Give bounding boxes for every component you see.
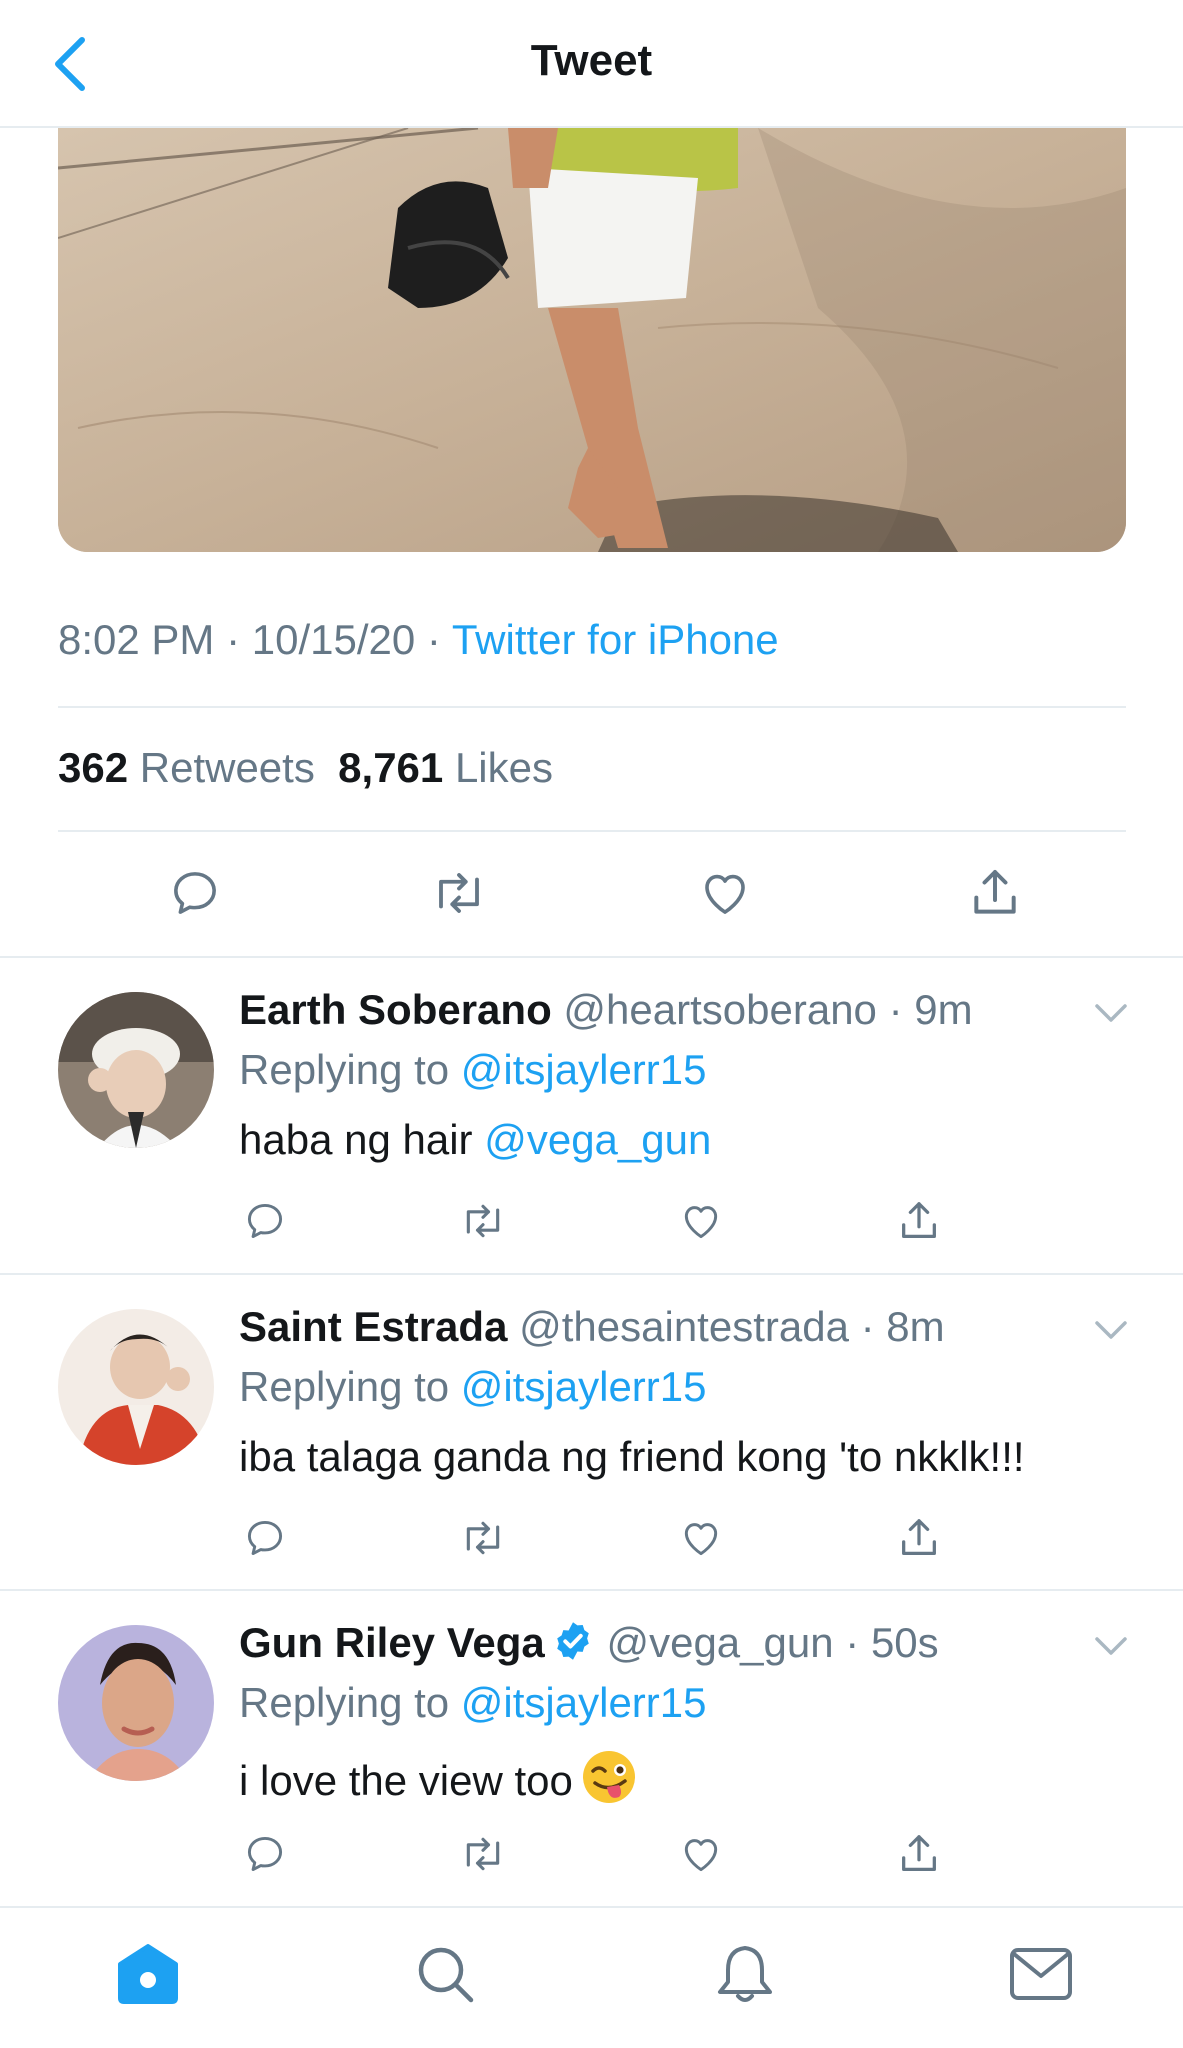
replying-to-handle[interactable]: @itsjaylerr15 xyxy=(461,1363,707,1410)
page-title: Tweet xyxy=(530,36,653,85)
share-button[interactable] xyxy=(960,858,1030,928)
reply-button[interactable] xyxy=(240,1829,290,1879)
retweet-button[interactable] xyxy=(456,1196,510,1246)
retweets-stat[interactable]: 362 Retweets xyxy=(58,744,315,791)
like-button[interactable] xyxy=(676,1513,726,1563)
heart-icon xyxy=(684,1839,718,1872)
retweet-icon xyxy=(466,1837,500,1871)
reply-tweet[interactable]: Earth Soberano @heartsoberano · 9m Reply… xyxy=(0,958,1183,1274)
tab-bar xyxy=(0,1906,1183,2048)
likes-stat[interactable]: 8,761 Likes xyxy=(338,744,553,791)
reply-button[interactable] xyxy=(160,858,230,928)
replying-to: Replying to @itsjaylerr15 xyxy=(239,1363,707,1410)
divider xyxy=(58,830,1126,832)
retweet-icon xyxy=(466,1521,500,1555)
mail-icon xyxy=(1010,1948,1072,2000)
comment-icon xyxy=(247,1520,283,1556)
comment-icon xyxy=(174,872,216,914)
retweet-count: 362 xyxy=(58,744,129,791)
tweet-source-link[interactable]: Twitter for iPhone xyxy=(452,616,779,663)
reply-text: i love the view too xyxy=(239,1749,637,1805)
retweet-icon xyxy=(439,873,479,913)
tweet-timestamp: 8:02 PM · 10/15/20 · Twitter for iPhone xyxy=(58,616,779,663)
chevron-down-icon[interactable] xyxy=(1091,1315,1131,1345)
display-name[interactable]: Gun Riley Vega xyxy=(239,1619,545,1666)
tab-messages[interactable] xyxy=(1001,1934,1081,2014)
avatar[interactable] xyxy=(58,992,214,1148)
replying-to-handle[interactable]: @itsjaylerr15 xyxy=(461,1679,707,1726)
reply-text: haba ng hair @vega_gun xyxy=(239,1116,712,1163)
user-handle[interactable]: @vega_gun xyxy=(606,1619,833,1666)
bell-icon xyxy=(718,1946,772,2002)
user-handle[interactable]: @heartsoberano xyxy=(563,986,877,1033)
avatar[interactable] xyxy=(58,1309,214,1465)
tweet-action-bar xyxy=(0,858,1183,928)
reply-tweet[interactable]: Gun Riley Vega @vega_gun · 50s Replying … xyxy=(0,1591,1183,1907)
reply-action-bar xyxy=(0,1513,1183,1573)
retweet-button[interactable] xyxy=(424,858,494,928)
heart-icon xyxy=(684,1523,718,1556)
comment-icon xyxy=(247,1203,283,1239)
replying-to: Replying to @itsjaylerr15 xyxy=(239,1046,707,1093)
divider xyxy=(58,706,1126,708)
chevron-down-icon[interactable] xyxy=(1091,1631,1131,1661)
share-icon xyxy=(902,1519,936,1555)
display-name[interactable]: Saint Estrada xyxy=(239,1303,507,1350)
replying-to: Replying to @itsjaylerr15 xyxy=(239,1679,707,1726)
reply-text: iba talaga ganda ng friend kong 'to nkkl… xyxy=(239,1433,1025,1480)
replying-to-handle[interactable]: @itsjaylerr15 xyxy=(461,1046,707,1093)
tab-home[interactable] xyxy=(108,1934,188,2014)
retweet-icon xyxy=(466,1204,500,1238)
like-button[interactable] xyxy=(676,1829,726,1879)
retweet-button[interactable] xyxy=(456,1829,510,1879)
mention-link[interactable]: @vega_gun xyxy=(484,1116,711,1163)
reply-action-bar xyxy=(0,1196,1183,1256)
share-button[interactable] xyxy=(894,1829,944,1879)
share-button[interactable] xyxy=(894,1513,944,1563)
tab-search[interactable] xyxy=(405,1934,485,2014)
verified-badge-icon xyxy=(557,1622,589,1660)
share-icon xyxy=(902,1835,936,1871)
reply-action-bar xyxy=(0,1829,1183,1889)
winking-tongue-emoji-icon xyxy=(582,1751,635,1803)
beach-photo-image xyxy=(58,128,1126,552)
avatar-image xyxy=(58,1309,214,1465)
avatar-image xyxy=(58,1625,214,1781)
like-button[interactable] xyxy=(676,1196,726,1246)
retweet-button[interactable] xyxy=(456,1513,510,1563)
tweet-time: 8:02 PM xyxy=(58,616,215,663)
navigation-bar: Tweet xyxy=(0,0,1183,128)
like-button[interactable] xyxy=(690,858,760,928)
heart-icon xyxy=(705,874,745,914)
user-handle[interactable]: @thesaintestrada xyxy=(519,1303,849,1350)
tab-notifications[interactable] xyxy=(705,1934,785,2014)
search-icon xyxy=(418,1947,474,2003)
tweet-date: 10/15/20 xyxy=(251,616,416,663)
reply-tweet[interactable]: Saint Estrada @thesaintestrada · 8m Repl… xyxy=(0,1275,1183,1591)
avatar-image xyxy=(58,992,214,1148)
reply-time: 9m xyxy=(914,986,973,1033)
reply-header: Gun Riley Vega @vega_gun · 50s xyxy=(239,1619,939,1666)
heart-icon xyxy=(684,1206,718,1239)
reply-header: Saint Estrada @thesaintestrada · 8m xyxy=(239,1303,945,1350)
display-name[interactable]: Earth Soberano xyxy=(239,986,552,1033)
home-icon xyxy=(118,1944,178,2004)
like-count: 8,761 xyxy=(338,744,444,791)
reply-time: 8m xyxy=(886,1303,945,1350)
tweet-stats: 362 Retweets 8,761 Likes xyxy=(58,744,553,792)
share-icon xyxy=(974,870,1016,914)
reply-time: 50s xyxy=(870,1619,939,1666)
reply-button[interactable] xyxy=(240,1513,290,1563)
reply-header: Earth Soberano @heartsoberano · 9m xyxy=(239,986,973,1033)
tweet-photo[interactable] xyxy=(58,128,1126,552)
share-icon xyxy=(902,1202,936,1238)
comment-icon xyxy=(247,1836,283,1872)
avatar[interactable] xyxy=(58,1625,214,1781)
share-button[interactable] xyxy=(894,1196,944,1246)
reply-button[interactable] xyxy=(240,1196,290,1246)
chevron-down-icon[interactable] xyxy=(1091,998,1131,1028)
